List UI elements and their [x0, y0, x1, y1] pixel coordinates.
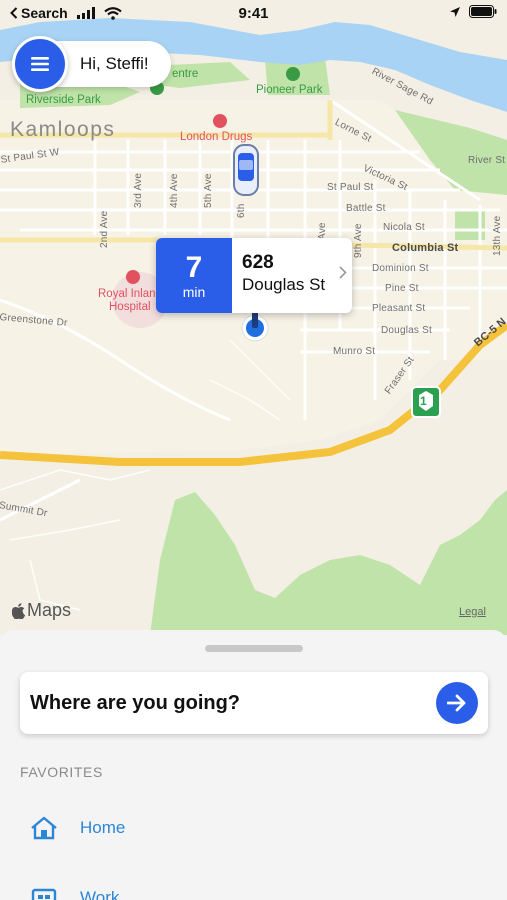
eta-minutes-box: 7 min	[156, 238, 232, 313]
battery-icon	[469, 5, 497, 18]
favorite-item-work[interactable]: Work	[30, 878, 119, 900]
go-button[interactable]	[436, 682, 478, 724]
apple-logo-icon	[12, 602, 26, 619]
street-label: 3rd Ave	[133, 172, 144, 208]
destination-search-field[interactable]: Where are you going?	[20, 672, 488, 734]
street-label: Douglas St	[381, 325, 432, 336]
menu-button[interactable]	[12, 36, 68, 92]
briefcase-icon	[31, 888, 57, 900]
favorite-label-home: Home	[80, 818, 126, 837]
sheet-drag-handle[interactable]	[205, 645, 303, 652]
street-label: River St	[468, 155, 506, 166]
map-view[interactable]: Kamloops Riverside Park Pioneer Park ent…	[0, 0, 507, 635]
street-label-columbia: Columbia St	[392, 242, 459, 254]
poi-label-hospital-2: Hospital	[109, 301, 151, 313]
greeting-text: Hi, Steffi!	[80, 54, 149, 73]
eta-minutes: 7	[185, 250, 203, 284]
chevron-right-icon	[339, 266, 347, 279]
maps-label: Maps	[27, 600, 72, 620]
street-label: 5th Ave	[203, 173, 214, 208]
park-label-riverside: Riverside Park	[26, 94, 101, 106]
street-label: 9th Ave	[353, 223, 364, 258]
street-label: Pleasant St	[372, 303, 426, 314]
poi-label-hospital-1: Royal Inland	[98, 288, 162, 300]
street-label: 13th Ave	[492, 215, 503, 256]
eta-callout[interactable]: 7 min 628 Douglas St	[156, 238, 352, 313]
street-label: Pine St	[385, 283, 419, 294]
home-icon	[31, 816, 57, 840]
street-label: Dominion St	[372, 263, 429, 274]
arrow-right-icon	[447, 694, 466, 712]
apple-maps-attribution: Maps	[12, 600, 71, 621]
street-label: Munro St	[333, 346, 376, 357]
street-label: 2nd Ave	[99, 210, 110, 248]
status-bar: Search 9:41	[0, 0, 507, 28]
city-label: Kamloops	[10, 118, 116, 141]
street-label: Nicola St	[383, 222, 425, 233]
bottom-sheet: Where are you going? FAVORITES Home Work	[0, 630, 507, 900]
hamburger-icon	[31, 57, 49, 71]
car-icon	[233, 144, 259, 196]
status-time: 9:41	[238, 5, 269, 22]
street-label: Battle St	[346, 203, 386, 214]
greeting-bar: Hi, Steffi!	[12, 36, 171, 92]
status-right	[449, 5, 497, 18]
poi-label-london-drugs: London Drugs	[180, 131, 253, 143]
location-arrow-icon	[450, 6, 460, 17]
street-label: 6th	[236, 203, 247, 218]
favorites-heading: FAVORITES	[20, 764, 103, 780]
search-placeholder: Where are you going?	[30, 691, 241, 714]
eta-unit: min	[182, 283, 206, 300]
legal-link[interactable]: Legal	[459, 606, 486, 618]
poi-label-centre: entre	[172, 68, 199, 80]
eta-address-number: 628	[242, 252, 274, 273]
street-label: 4th Ave	[169, 173, 180, 208]
park-label-pioneer: Pioneer Park	[256, 84, 323, 96]
favorite-item-home[interactable]: Home	[30, 808, 125, 848]
favorite-label-work: Work	[80, 888, 120, 900]
eta-address: 628 Douglas St	[232, 238, 352, 313]
eta-address-street: Douglas St	[242, 275, 326, 294]
highway-shield-number: 1	[420, 394, 427, 408]
street-label: St Paul St	[327, 182, 374, 193]
